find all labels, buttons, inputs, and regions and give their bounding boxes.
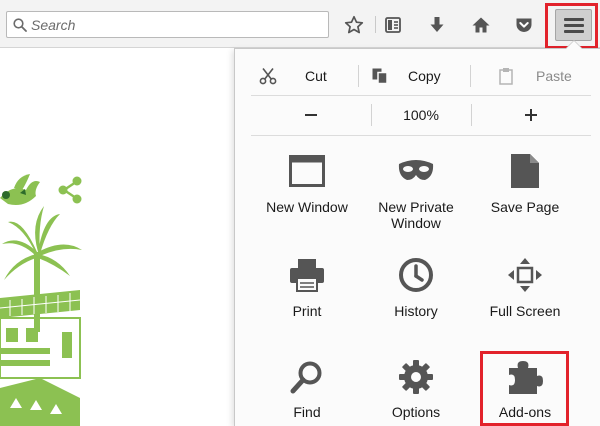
share-icon — [58, 176, 82, 204]
reading-list-button[interactable] — [380, 12, 406, 38]
full-screen-button[interactable]: Full Screen — [469, 255, 581, 335]
menu-divider — [251, 135, 591, 136]
bookmark-star-button[interactable] — [341, 12, 367, 38]
hamburger-menu-button[interactable] — [555, 9, 592, 41]
home-button[interactable] — [468, 12, 494, 38]
options-button[interactable]: Options — [360, 357, 472, 426]
find-button[interactable]: Find — [251, 357, 363, 426]
search-box[interactable] — [6, 11, 329, 38]
zoom-controls: 100% — [251, 99, 591, 131]
gear-icon — [399, 360, 433, 394]
printer-icon — [290, 259, 324, 292]
clipboard-icon — [499, 68, 513, 85]
copy-label: Copy — [408, 68, 441, 84]
cut-label: Cut — [305, 68, 327, 84]
page-illustration — [0, 174, 82, 426]
save-page-button[interactable]: Save Page — [469, 149, 581, 239]
pocket-button[interactable] — [511, 12, 537, 38]
copy-button[interactable]: Copy — [369, 59, 486, 93]
copy-icon — [372, 68, 388, 85]
reading-list-icon — [385, 17, 401, 33]
minus-icon — [305, 114, 317, 116]
scissors-icon — [259, 68, 277, 85]
new-private-window-button[interactable]: New Private Window — [360, 149, 472, 239]
search-input[interactable] — [31, 16, 311, 33]
bird-icon — [0, 174, 40, 205]
edit-controls: Cut Copy Paste — [251, 59, 591, 93]
house — [0, 290, 81, 426]
download-button[interactable] — [424, 12, 450, 38]
app-menu-panel: Cut Copy Paste 100% New Window New Priva… — [234, 40, 600, 426]
zoom-out-button[interactable] — [251, 99, 371, 131]
zoom-reset-button[interactable]: 100% — [371, 99, 471, 131]
paste-button[interactable]: Paste — [486, 59, 591, 93]
add-ons-button[interactable]: Add-ons — [469, 357, 581, 426]
print-button[interactable]: Print — [251, 255, 363, 335]
menu-divider — [251, 95, 591, 96]
puzzle-icon — [509, 361, 543, 394]
zoom-level: 100% — [403, 107, 439, 123]
toolbar-separator — [375, 16, 376, 33]
download-icon — [430, 17, 444, 32]
paste-label: Paste — [536, 68, 572, 84]
pocket-icon — [516, 18, 532, 32]
cut-button[interactable]: Cut — [251, 59, 369, 93]
magnifier-icon — [290, 361, 322, 394]
bookmark-star-icon — [344, 15, 364, 34]
new-window-button[interactable]: New Window — [251, 149, 363, 239]
plus-icon — [525, 109, 537, 121]
search-icon — [13, 17, 27, 32]
save-page-icon — [511, 154, 539, 188]
zoom-in-button[interactable] — [471, 99, 591, 131]
browser-toolbar — [0, 0, 600, 48]
new-window-icon — [289, 155, 325, 187]
clock-icon — [399, 258, 433, 292]
hamburger-menu-icon — [563, 17, 584, 21]
home-icon — [472, 17, 490, 33]
private-mask-icon — [398, 160, 434, 180]
fullscreen-icon — [508, 258, 542, 292]
history-button[interactable]: History — [360, 255, 472, 335]
